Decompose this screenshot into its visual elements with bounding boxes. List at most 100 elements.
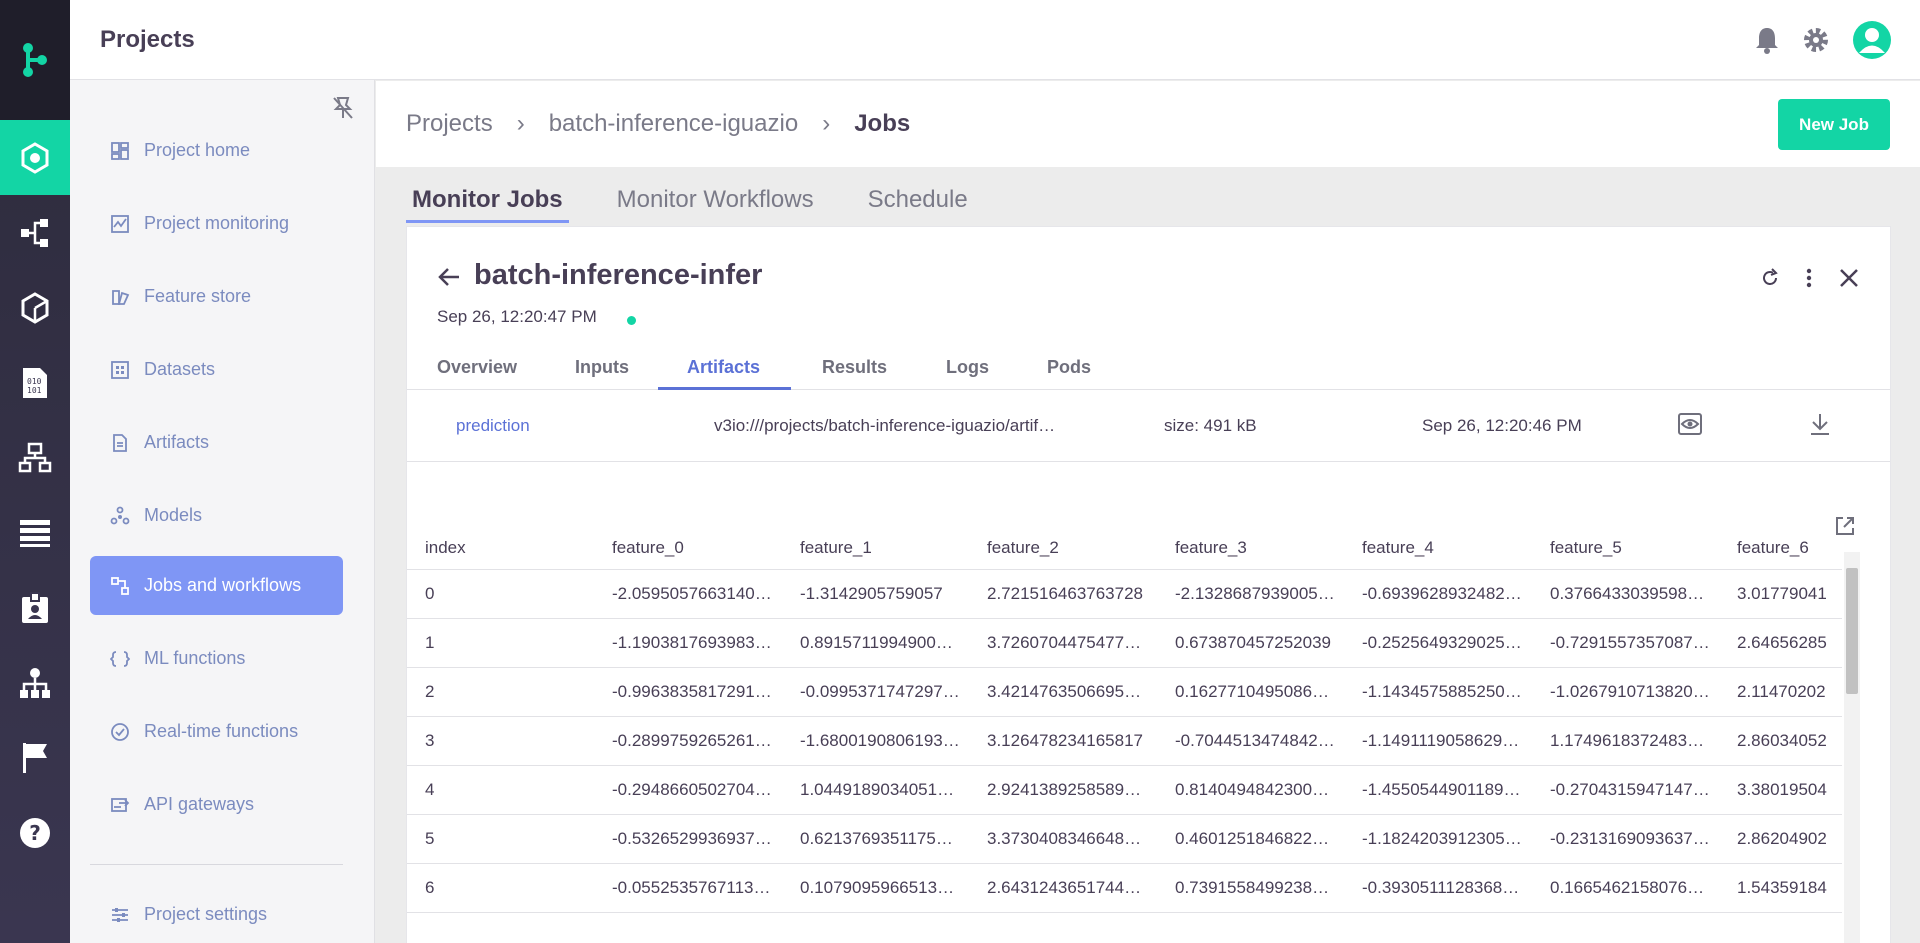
- table-cell: 1: [425, 633, 435, 652]
- table-cell: 3.126478234165817: [987, 731, 1143, 750]
- rail-network-icon[interactable]: [0, 420, 70, 495]
- sidebar-item-project-monitoring[interactable]: Project monitoring: [90, 194, 343, 253]
- tab-overview[interactable]: Overview: [437, 357, 517, 378]
- tab-monitor-workflows[interactable]: Monitor Workflows: [611, 186, 820, 223]
- sidebar-item-jobs-and-workflows[interactable]: Jobs and workflows: [90, 556, 343, 615]
- preview-eye-icon[interactable]: [1677, 412, 1703, 441]
- sidebar-item-models[interactable]: Models: [90, 486, 343, 545]
- table-cell: 2.11470202: [1737, 682, 1826, 701]
- monitoring-icon: [111, 214, 129, 233]
- table-cell: 0.673870457252039: [1175, 633, 1331, 652]
- breadcrumb-projects[interactable]: Projects: [406, 110, 493, 138]
- close-icon[interactable]: [1838, 267, 1860, 294]
- rail-flag-icon[interactable]: [0, 720, 70, 795]
- rail-projects-icon[interactable]: [0, 120, 70, 195]
- scrollbar-thumb[interactable]: [1846, 568, 1858, 694]
- rail-help-icon[interactable]: ?: [0, 795, 70, 870]
- dashboard-icon: [111, 141, 129, 160]
- rail-models-icon[interactable]: [0, 270, 70, 345]
- artifact-preview-table: index feature_0 feature_1 feature_2 feat…: [407, 530, 1842, 913]
- artifact-path: v3io:///projects/batch-inference-iguazio…: [714, 416, 1056, 435]
- breadcrumb-project[interactable]: batch-inference-iguazio: [549, 110, 798, 138]
- app-logo[interactable]: [0, 0, 70, 120]
- tab-inputs[interactable]: Inputs: [575, 357, 629, 378]
- sidebar-item-project-settings[interactable]: Project settings: [90, 885, 343, 943]
- status-dot: [627, 316, 636, 325]
- datasets-icon: [111, 360, 129, 379]
- table-cell: -1.3142905759057: [800, 584, 943, 603]
- column-header: feature_3: [1175, 538, 1247, 557]
- sidebar-item-feature-store[interactable]: Feature store: [90, 267, 343, 326]
- models-icon: [110, 506, 130, 524]
- back-arrow-icon[interactable]: [437, 267, 461, 292]
- table-cell: 2.86204902: [1737, 829, 1827, 848]
- tab-logs[interactable]: Logs: [946, 357, 989, 378]
- svg-text:101: 101: [27, 386, 42, 395]
- artifacts-icon: [113, 433, 127, 452]
- artifact-name-link[interactable]: prediction: [456, 416, 530, 436]
- rail-pipelines-icon[interactable]: [0, 195, 70, 270]
- api-gateway-icon: [111, 797, 130, 812]
- table-cell: -0.7044513474842…: [1175, 731, 1335, 750]
- gear-icon[interactable]: [1802, 26, 1830, 59]
- tab-artifacts[interactable]: Artifacts: [687, 357, 760, 378]
- table-cell: -0.2525649329025…: [1362, 633, 1522, 652]
- bell-icon[interactable]: [1754, 26, 1780, 59]
- header-title: Projects: [100, 26, 195, 53]
- more-options-icon[interactable]: [1806, 268, 1812, 293]
- chevron-right-icon: ›: [822, 110, 831, 137]
- rail-badge-icon[interactable]: [0, 570, 70, 645]
- table-cell: -1.4550544901189…: [1362, 780, 1521, 799]
- refresh-icon[interactable]: [1760, 268, 1780, 293]
- sidebar-item-project-home[interactable]: Project home: [90, 121, 343, 180]
- table-cell: -0.0552535767113…: [612, 878, 771, 897]
- sidebar-item-datasets[interactable]: Datasets: [90, 340, 343, 399]
- column-header: feature_1: [800, 538, 872, 557]
- table-cell: 0.8140494842300…: [1175, 780, 1330, 799]
- table-header: index feature_0 feature_1 feature_2 feat…: [407, 530, 1842, 570]
- column-header: feature_5: [1550, 538, 1622, 557]
- user-avatar-icon[interactable]: [1852, 20, 1892, 65]
- tab-monitor-jobs[interactable]: Monitor Jobs: [406, 186, 569, 223]
- table-cell: -1.1434575885250…: [1362, 682, 1522, 701]
- download-icon[interactable]: [1809, 412, 1831, 441]
- column-header: index: [425, 538, 466, 557]
- table-row: 3 -0.2899759265261… -1.6800190806193… 3.126…: [407, 717, 1842, 766]
- table-cell: 2: [425, 682, 435, 701]
- tab-results[interactable]: Results: [822, 357, 887, 378]
- sidebar-item-api-gateways[interactable]: API gateways: [90, 775, 343, 834]
- sidebar-item-real-time-functions[interactable]: Real-time functions: [90, 702, 343, 761]
- rail-hierarchy-icon[interactable]: [0, 645, 70, 720]
- tab-schedule[interactable]: Schedule: [862, 186, 974, 223]
- table-cell: 0: [425, 584, 435, 603]
- breadcrumb: Projects › batch-inference-iguazio › Job…: [376, 81, 1920, 167]
- table-scrollbar[interactable]: [1844, 552, 1860, 943]
- artifact-date: Sep 26, 12:20:46 PM: [1422, 416, 1582, 435]
- table-row: 4 -0.2948660502704… 1.0449189034051… 2.9241…: [407, 766, 1842, 815]
- table-cell: -0.2704315947147…: [1550, 780, 1710, 799]
- table-cell: 5: [425, 829, 435, 848]
- table-cell: -0.6939628932482…: [1362, 584, 1522, 603]
- table-row: 2 -0.9963835817291… -0.0995371747297… 3.421…: [407, 668, 1842, 717]
- table-cell: 0.1627710495086…: [1175, 682, 1330, 701]
- table-row: 1 -1.1903817693983… 0.8915711994900… 3.7260…: [407, 619, 1842, 668]
- table-cell: 0.7391558499238…: [1175, 878, 1330, 897]
- sidebar-item-label: Feature store: [144, 286, 252, 306]
- settings-sliders-icon: [112, 907, 128, 922]
- table-cell: 3.4214763506695…: [987, 682, 1142, 701]
- table-cell: 1.54359184: [1737, 878, 1827, 897]
- top-bar: Projects: [70, 0, 1920, 80]
- chevron-right-icon: ›: [516, 110, 525, 137]
- rail-files-icon[interactable]: 010 101: [0, 345, 70, 420]
- rail-list-icon[interactable]: [0, 495, 70, 570]
- table-cell: 0.1079095966513…: [800, 878, 955, 897]
- realtime-functions-icon: [111, 722, 129, 741]
- table-cell: 3.01779041: [1737, 584, 1827, 603]
- sidebar-item-artifacts[interactable]: Artifacts: [90, 413, 343, 472]
- tab-pods[interactable]: Pods: [1047, 357, 1091, 378]
- table-cell: -0.2899759265261…: [612, 731, 772, 750]
- new-job-button[interactable]: New Job: [1778, 99, 1890, 150]
- table-cell: -2.0595057663140…: [612, 584, 772, 603]
- functions-icon: [110, 650, 130, 667]
- sidebar-item-ml-functions[interactable]: ML functions: [90, 629, 343, 688]
